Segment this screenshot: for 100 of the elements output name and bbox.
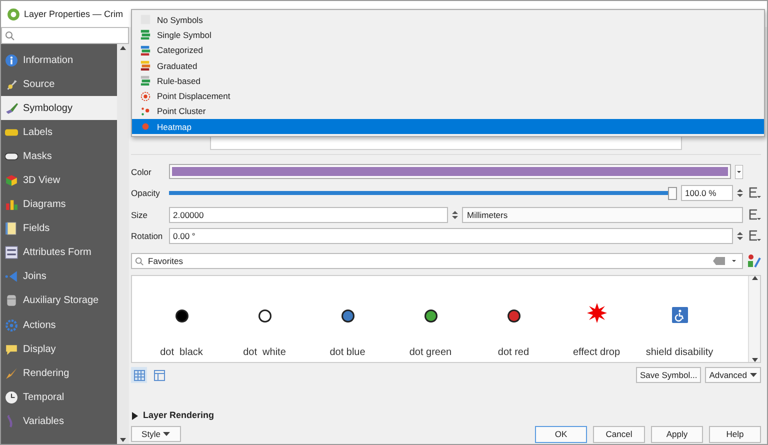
dot-symbol-icon bbox=[424, 309, 438, 324]
cube-icon bbox=[5, 174, 18, 188]
dot-symbol-icon bbox=[506, 309, 520, 324]
field-label: Color bbox=[131, 166, 152, 177]
join-icon bbox=[5, 270, 18, 284]
symbol-name[interactable]: shield disability bbox=[646, 347, 714, 358]
dropdown-icon[interactable] bbox=[735, 164, 743, 179]
clear-icon[interactable] bbox=[713, 257, 725, 266]
database-icon bbox=[5, 294, 18, 308]
sidebar-item[interactable]: Temporal bbox=[1, 385, 117, 410]
stack-icon bbox=[140, 29, 151, 40]
size-field[interactable]: 2.00000 bbox=[169, 206, 448, 223]
opacity-field[interactable]: 100.0 % bbox=[681, 185, 733, 202]
data-defined-icon[interactable] bbox=[747, 208, 761, 221]
stack-icon bbox=[140, 44, 151, 56]
sidebar-item[interactable]: Rendering bbox=[1, 361, 117, 386]
table-icon bbox=[5, 222, 18, 236]
dialog-button[interactable]: Help bbox=[709, 426, 761, 443]
dialog-button[interactable]: Apply bbox=[651, 426, 703, 443]
unit-dropdown[interactable]: Millimeters bbox=[462, 206, 743, 223]
spin-icon[interactable] bbox=[737, 231, 743, 242]
opacity-slider[interactable] bbox=[169, 186, 677, 200]
scroll-up-icon[interactable] bbox=[752, 276, 758, 280]
list-icon bbox=[154, 370, 164, 381]
menu-item[interactable]: Categorized bbox=[132, 42, 764, 58]
menu-item[interactable]: No Symbols bbox=[132, 12, 764, 28]
sidebar-item[interactable]: Variables bbox=[1, 409, 117, 434]
window-title: Layer Properties — Crim bbox=[24, 9, 124, 19]
search-field[interactable] bbox=[1, 27, 129, 44]
sidebar-item[interactable]: Display bbox=[1, 337, 117, 362]
menu-item[interactable]: Heatmap bbox=[132, 119, 764, 134]
grid-icon bbox=[134, 370, 144, 381]
menu-item[interactable]: Point Displacement bbox=[132, 88, 764, 104]
sidebar-item[interactable]: 3D View bbox=[1, 168, 117, 193]
dialog-button[interactable]: Cancel bbox=[593, 426, 645, 443]
symbol-search-field[interactable]: Favorites bbox=[131, 253, 743, 270]
menu-item[interactable]: Point Cluster bbox=[132, 104, 764, 120]
sidebar-item[interactable]: Source bbox=[1, 72, 117, 96]
gear-icon bbox=[5, 318, 18, 332]
search-value: Favorites bbox=[148, 256, 184, 266]
sidebar-item[interactable]: Labels bbox=[1, 120, 117, 144]
scrollbar[interactable] bbox=[117, 44, 129, 444]
spin-icon[interactable] bbox=[737, 188, 743, 198]
dot-symbol-icon bbox=[258, 309, 272, 324]
symbol-name[interactable]: dot white bbox=[243, 347, 286, 358]
scroll-down-icon[interactable] bbox=[752, 358, 758, 362]
rotation-field[interactable]: 0.00 ° bbox=[169, 228, 733, 244]
sidebar-item[interactable]: Fields bbox=[1, 216, 117, 241]
scroll-up-icon[interactable] bbox=[120, 46, 126, 50]
brush-icon bbox=[5, 102, 18, 115]
clock-icon bbox=[5, 390, 18, 404]
sidebar-item[interactable]: Joins bbox=[1, 264, 117, 289]
symbol-name[interactable]: effect drop bbox=[572, 347, 620, 358]
dot-icon bbox=[140, 121, 151, 132]
menu-item[interactable]: Rule-based bbox=[132, 73, 764, 88]
app-logo-icon bbox=[7, 8, 20, 20]
cluster-icon bbox=[140, 106, 151, 117]
symbol-name[interactable]: dot red bbox=[498, 347, 530, 358]
sidebar-item[interactable]: Auxiliary Storage bbox=[1, 288, 117, 314]
menu-item[interactable]: Graduated bbox=[132, 58, 764, 74]
target-icon bbox=[140, 90, 151, 102]
scrollbar[interactable] bbox=[748, 276, 760, 362]
sidebar-item[interactable]: Information bbox=[1, 48, 117, 72]
stack-icon bbox=[140, 60, 151, 72]
slider-handle[interactable] bbox=[668, 186, 677, 200]
style-manager-icon[interactable] bbox=[747, 254, 761, 268]
field-label: Size bbox=[131, 210, 149, 220]
brush-icon bbox=[5, 366, 18, 380]
save-symbol-button[interactable]: Save Symbol... bbox=[636, 367, 702, 384]
symbol-name[interactable]: dot green bbox=[409, 347, 452, 358]
color-button[interactable] bbox=[169, 164, 731, 180]
symbol-name[interactable]: dot black bbox=[160, 347, 203, 358]
scroll-down-icon[interactable] bbox=[120, 438, 126, 442]
speech-bubble-icon bbox=[5, 342, 18, 356]
dot-symbol-icon bbox=[174, 309, 188, 324]
form-icon bbox=[5, 246, 18, 260]
caret-icon bbox=[750, 373, 757, 378]
sidebar-item[interactable]: Actions bbox=[1, 313, 117, 338]
icon-view-button[interactable] bbox=[131, 367, 147, 384]
dialog-button[interactable]: OK bbox=[535, 426, 587, 443]
caret-icon bbox=[163, 432, 170, 438]
sidebar-item[interactable]: Attributes Form bbox=[1, 240, 117, 265]
sidebar-item[interactable]: Masks bbox=[1, 144, 117, 168]
symbol-name[interactable]: dot blue bbox=[330, 347, 366, 358]
advanced-button[interactable]: Advanced bbox=[705, 367, 761, 384]
info-icon bbox=[5, 54, 18, 67]
section-title: Layer Rendering bbox=[143, 410, 214, 420]
expand-icon[interactable] bbox=[131, 412, 138, 420]
data-defined-icon[interactable] bbox=[747, 230, 761, 242]
menu-item[interactable]: Single Symbol bbox=[132, 27, 764, 43]
list-view-button[interactable] bbox=[151, 367, 167, 384]
sidebar-item[interactable]: Diagrams bbox=[1, 192, 117, 217]
field-label: Opacity bbox=[131, 188, 161, 198]
style-button[interactable]: Style bbox=[131, 426, 181, 442]
sidebar-item[interactable]: Symbology bbox=[1, 96, 117, 120]
stack-icon bbox=[140, 75, 151, 86]
dot-symbol-icon bbox=[340, 309, 354, 324]
data-defined-icon[interactable] bbox=[747, 187, 761, 200]
spin-icon[interactable] bbox=[452, 210, 458, 220]
search-icon bbox=[5, 30, 15, 40]
